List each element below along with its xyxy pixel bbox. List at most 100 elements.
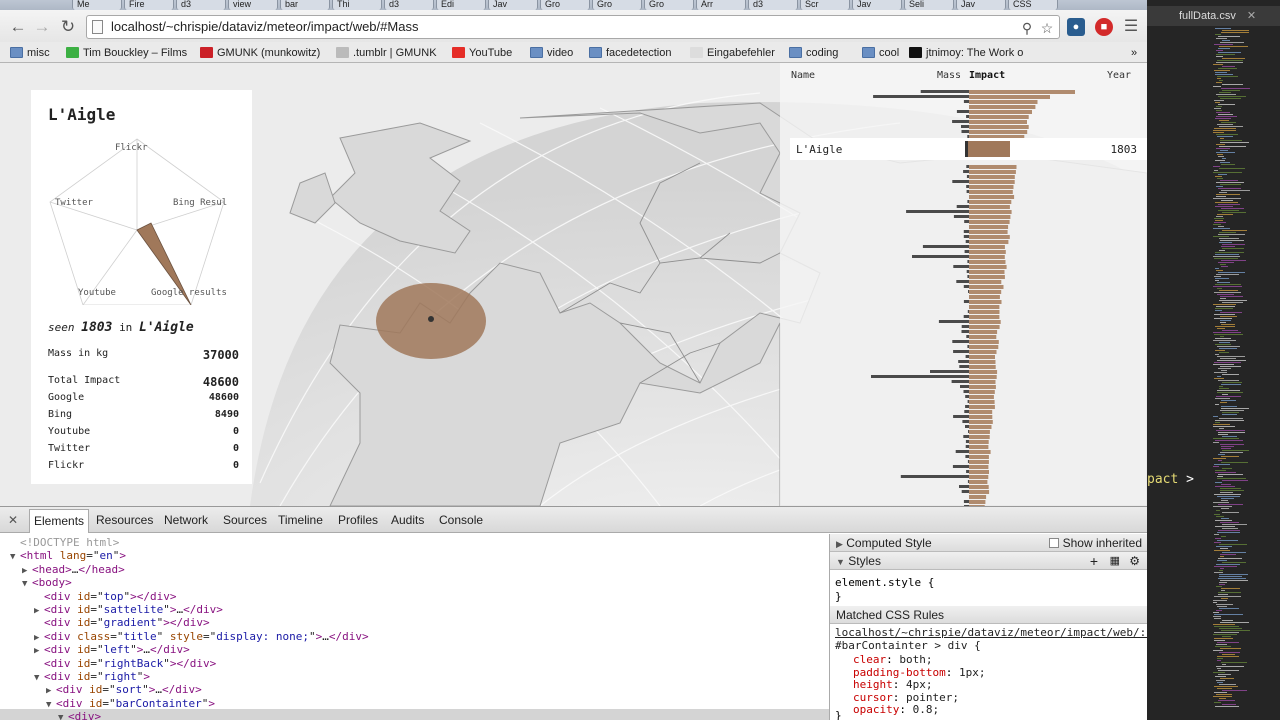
dom-node[interactable]: ▼ <html lang="en"> xyxy=(10,549,126,562)
bookmark-item[interactable]: YouTube xyxy=(452,45,512,61)
mass-bar[interactable] xyxy=(962,420,969,423)
dom-node[interactable]: ▶ <div id="sattelite">…</div> xyxy=(34,603,223,616)
mass-bar[interactable] xyxy=(966,335,969,338)
impact-bar[interactable] xyxy=(969,470,989,474)
browser-tab[interactable]: d3 xyxy=(748,0,798,10)
expanded-triangle-icon[interactable]: ▼ xyxy=(22,578,32,591)
browser-tab[interactable]: d3 xyxy=(176,0,226,10)
mass-bar[interactable] xyxy=(967,400,969,403)
dom-node[interactable]: <div id="top"></div> xyxy=(34,590,177,603)
mass-bar[interactable] xyxy=(906,210,969,213)
close-devtools-icon[interactable]: ✕ xyxy=(8,513,18,527)
mass-bar[interactable] xyxy=(967,345,969,348)
show-inherited-checkbox[interactable] xyxy=(1049,538,1060,548)
bookmark-item[interactable]: misc xyxy=(10,45,50,61)
mass-bar[interactable] xyxy=(952,180,969,183)
impact-bar[interactable] xyxy=(969,175,1015,179)
impact-bar[interactable] xyxy=(969,130,1028,134)
impact-bar[interactable] xyxy=(969,190,1013,194)
impact-bar[interactable] xyxy=(969,110,1032,114)
impact-bar[interactable] xyxy=(969,230,1008,234)
devtools-tab-console[interactable]: Console xyxy=(439,513,483,527)
mass-bar[interactable] xyxy=(900,475,969,478)
devtools-tab-resources[interactable]: Resources xyxy=(96,513,153,527)
mass-bar[interactable] xyxy=(961,490,969,493)
mass-bar[interactable] xyxy=(965,355,969,358)
impact-bar[interactable] xyxy=(969,375,997,379)
impact-bar[interactable] xyxy=(969,325,1000,329)
gear-icon[interactable]: ⚙ xyxy=(1129,552,1140,570)
impact-bar[interactable] xyxy=(969,315,1000,319)
impact-bar[interactable] xyxy=(969,490,990,494)
bookmark-item[interactable]: Eingabefehler xyxy=(690,45,775,61)
close-tab-icon[interactable]: ✕ xyxy=(1247,10,1256,22)
mass-bar[interactable] xyxy=(952,465,969,468)
mass-bar[interactable] xyxy=(938,320,969,323)
browser-tab[interactable]: Thi xyxy=(332,0,382,10)
browser-tab[interactable]: Jav xyxy=(852,0,902,10)
mass-bar[interactable] xyxy=(967,260,969,263)
dom-tree[interactable]: <!DOCTYPE html> ▼ <html lang="en"> ▶ <head>…… xyxy=(0,534,829,720)
mass-bar[interactable] xyxy=(967,275,969,278)
impact-bar[interactable] xyxy=(969,475,989,479)
expanded-triangle-icon[interactable]: ▼ xyxy=(58,712,68,720)
mass-bar[interactable] xyxy=(922,245,969,248)
mass-bar[interactable] xyxy=(966,165,969,168)
rule-source-link[interactable]: localhost/~chrispie/dataviz/meteor/impac… xyxy=(835,626,1147,639)
mass-bar[interactable] xyxy=(963,100,969,103)
mass-bar[interactable] xyxy=(966,185,969,188)
bookmark-item[interactable]: Tim Bouckley – Films xyxy=(66,45,187,61)
impact-bar[interactable] xyxy=(969,320,1001,324)
impact-bar[interactable] xyxy=(969,410,993,414)
dom-node[interactable]: <div id="rightBack"></div> xyxy=(34,657,216,670)
mass-bar[interactable] xyxy=(963,285,969,288)
dom-node[interactable]: <div id="gradient"></div> xyxy=(34,616,210,629)
mass-bar[interactable] xyxy=(966,470,969,473)
impact-bar[interactable] xyxy=(969,285,1004,289)
mass-bar[interactable] xyxy=(966,115,969,118)
impact-bar[interactable] xyxy=(969,415,993,419)
impact-bar[interactable] xyxy=(969,345,999,349)
impact-bar[interactable] xyxy=(969,180,1015,184)
back-button[interactable]: ← xyxy=(8,17,28,37)
bar-container[interactable] xyxy=(780,63,1147,506)
impact-bar[interactable] xyxy=(969,460,989,464)
expanded-triangle-icon[interactable]: ▼ xyxy=(46,699,56,712)
impact-bar[interactable] xyxy=(969,210,1012,214)
impact-bar[interactable] xyxy=(969,350,997,354)
mass-bar[interactable] xyxy=(965,405,969,408)
mass-bar[interactable] xyxy=(871,375,969,378)
expanded-triangle-icon[interactable]: ▼ xyxy=(34,672,44,685)
css-property[interactable]: cursor: pointer; xyxy=(853,691,959,704)
browser-tab[interactable]: Jav xyxy=(956,0,1006,10)
impact-bar[interactable] xyxy=(969,435,990,439)
impact-bar[interactable] xyxy=(969,400,995,404)
show-inherited-toggle[interactable]: Show inherited xyxy=(1049,534,1142,552)
dom-node[interactable]: ▶ <div id="sort">…</div> xyxy=(46,683,202,696)
bookmark-item[interactable]: coding xyxy=(789,45,838,61)
impact-bar[interactable] xyxy=(969,115,1029,119)
mass-bar[interactable] xyxy=(963,315,969,318)
browser-tab[interactable]: Gro xyxy=(644,0,694,10)
mass-bar[interactable] xyxy=(963,435,969,438)
mass-bar[interactable] xyxy=(953,350,969,353)
impact-bar[interactable] xyxy=(969,95,1050,99)
mass-bar[interactable] xyxy=(968,430,969,433)
impact-bar[interactable] xyxy=(969,455,989,459)
mass-bar[interactable] xyxy=(968,290,969,293)
bookmark-item[interactable]: cool xyxy=(862,45,899,61)
mass-bar[interactable] xyxy=(961,130,970,133)
dom-node[interactable]: ▼ <div id="right"> xyxy=(34,670,150,683)
bookmark-item[interactable]: facedetection xyxy=(589,45,671,61)
devtools-tab-profiles[interactable]: Profiles xyxy=(338,513,378,527)
impact-bar[interactable] xyxy=(969,275,1005,279)
mass-bar[interactable] xyxy=(953,415,969,418)
mass-bar[interactable] xyxy=(967,460,969,463)
mass-bar[interactable] xyxy=(952,340,969,343)
mass-bar[interactable] xyxy=(965,395,969,398)
impact-bar[interactable] xyxy=(969,265,1007,269)
impact-bar[interactable] xyxy=(969,240,1009,244)
devtools-tab-audits[interactable]: Audits xyxy=(391,513,424,527)
dom-node[interactable]: ▶ <head>…</head> xyxy=(22,563,125,576)
mass-bar[interactable] xyxy=(966,270,969,273)
